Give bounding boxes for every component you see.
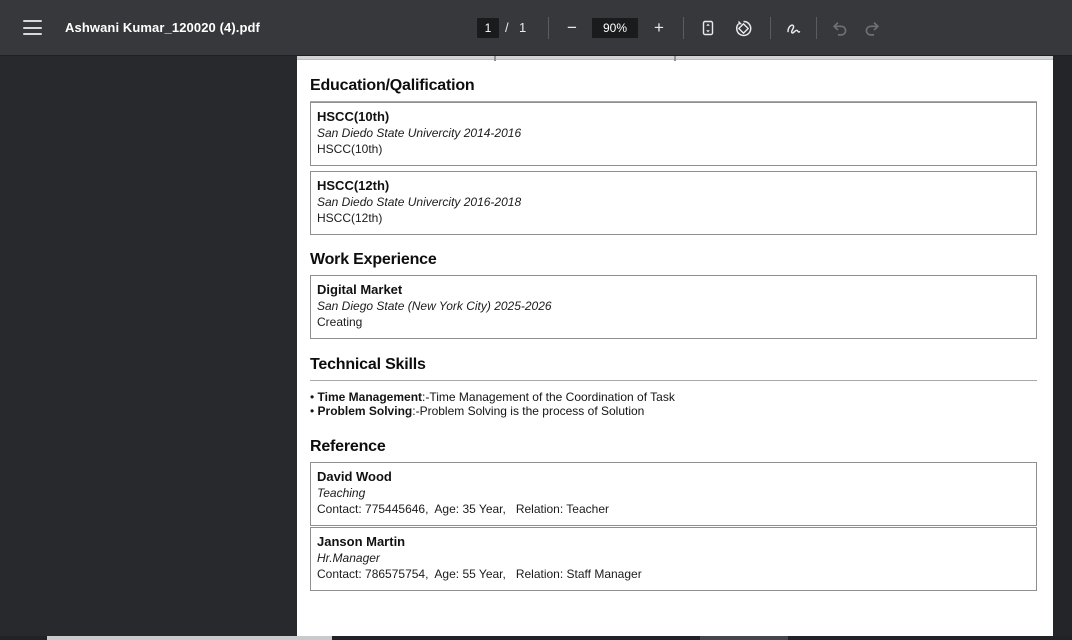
skill-list: • Time Management:-Time Management of th… xyxy=(310,391,1037,418)
skill-term: Problem Solving xyxy=(318,404,413,418)
bullet: • xyxy=(310,404,314,418)
skill-item: • Time Management:-Time Management of th… xyxy=(310,391,1037,405)
section-technical-skills: Technical Skills • Time Management:-Time… xyxy=(310,356,1037,418)
reference-heading: Reference xyxy=(310,438,1037,456)
entry-subtitle: Teaching xyxy=(317,486,1026,501)
fit-to-page-icon xyxy=(699,19,717,37)
redo-icon xyxy=(863,19,881,37)
redo-button[interactable] xyxy=(861,17,883,39)
entry-detail: Creating xyxy=(317,315,1026,330)
reference-entry-david-wood: David Wood Teaching Contact: 775445646, … xyxy=(310,462,1037,526)
toolbar-divider xyxy=(816,17,817,39)
horizontal-scrollbar-segment xyxy=(700,636,788,640)
technical-skills-heading: Technical Skills xyxy=(310,356,1037,381)
entry-subtitle: San Diedo State Univercity 2014-2016 xyxy=(317,126,1026,141)
section-education: Education/Qalification HSCC(10th) San Di… xyxy=(310,77,1037,235)
entry-title: Digital Market xyxy=(317,282,1026,298)
entry-detail: HSCC(12th) xyxy=(317,211,1026,226)
toolbar-divider xyxy=(548,17,549,39)
horizontal-scrollbar[interactable] xyxy=(0,636,1072,640)
undo-icon xyxy=(831,19,849,37)
work-experience-heading: Work Experience xyxy=(310,251,1037,276)
entry-subtitle: Hr.Manager xyxy=(317,551,1026,566)
education-entry-hscc10: HSCC(10th) San Diedo State Univercity 20… xyxy=(310,102,1037,166)
entry-title: Janson Martin xyxy=(317,534,1026,550)
page-number-input[interactable]: 1 xyxy=(477,18,499,38)
undo-button[interactable] xyxy=(829,17,851,39)
entry-subtitle: San Diego State (New York City) 2025-202… xyxy=(317,299,1026,314)
annotate-button[interactable] xyxy=(783,17,805,39)
zoom-in-button[interactable]: + xyxy=(648,17,670,39)
horizontal-scrollbar-thumb[interactable] xyxy=(47,636,332,640)
entry-title: HSCC(10th) xyxy=(317,109,1026,125)
entry-subtitle: San Diedo State Univercity 2016-2018 xyxy=(317,195,1026,210)
entry-detail: Contact: 775445646, Age: 35 Year, Relati… xyxy=(317,502,1026,517)
skill-description: :-Time Management of the Coordination of… xyxy=(422,390,675,404)
section-reference: Reference David Wood Teaching Contact: 7… xyxy=(310,438,1037,591)
rotate-button[interactable] xyxy=(732,17,754,39)
vertical-scrollbar[interactable] xyxy=(1053,56,1072,636)
page-count-separator: / xyxy=(505,0,509,56)
cutoff-content-strip xyxy=(297,56,1053,60)
reference-entry-janson-martin: Janson Martin Hr.Manager Contact: 786575… xyxy=(310,527,1037,591)
pdf-toolbar: Ashwani Kumar_120020 (4).pdf 1 / 1 − 90%… xyxy=(0,0,1072,56)
zoom-out-button[interactable]: − xyxy=(561,17,583,39)
entry-title: David Wood xyxy=(317,469,1026,485)
page-count-total: 1 xyxy=(519,0,526,56)
toolbar-divider xyxy=(683,17,684,39)
entry-detail: HSCC(10th) xyxy=(317,142,1026,157)
section-work-experience: Work Experience Digital Market San Diego… xyxy=(310,251,1037,339)
menu-icon[interactable] xyxy=(23,20,42,35)
pdf-viewer-canvas: Education/Qalification HSCC(10th) San Di… xyxy=(0,56,1072,640)
skill-description: :-Problem Solving is the process of Solu… xyxy=(412,404,644,418)
toolbar-divider xyxy=(770,17,771,39)
education-entry-hscc12: HSCC(12th) San Diedo State Univercity 20… xyxy=(310,171,1037,235)
entry-title: HSCC(12th) xyxy=(317,178,1026,194)
pdf-page: Education/Qalification HSCC(10th) San Di… xyxy=(297,56,1053,637)
pen-squiggle-icon xyxy=(784,18,804,38)
zoom-level-input[interactable]: 90% xyxy=(592,18,638,38)
document-title: Ashwani Kumar_120020 (4).pdf xyxy=(65,0,260,56)
education-heading: Education/Qalification xyxy=(310,77,1037,102)
skill-term: Time Management xyxy=(318,390,422,404)
rotate-ccw-icon xyxy=(734,19,753,38)
fit-to-page-button[interactable] xyxy=(697,17,719,39)
entry-detail: Contact: 786575754, Age: 55 Year, Relati… xyxy=(317,567,1026,582)
skill-item: • Problem Solving:-Problem Solving is th… xyxy=(310,405,1037,419)
work-entry-digital-market: Digital Market San Diego State (New York… xyxy=(310,275,1037,339)
bullet: • xyxy=(310,390,314,404)
